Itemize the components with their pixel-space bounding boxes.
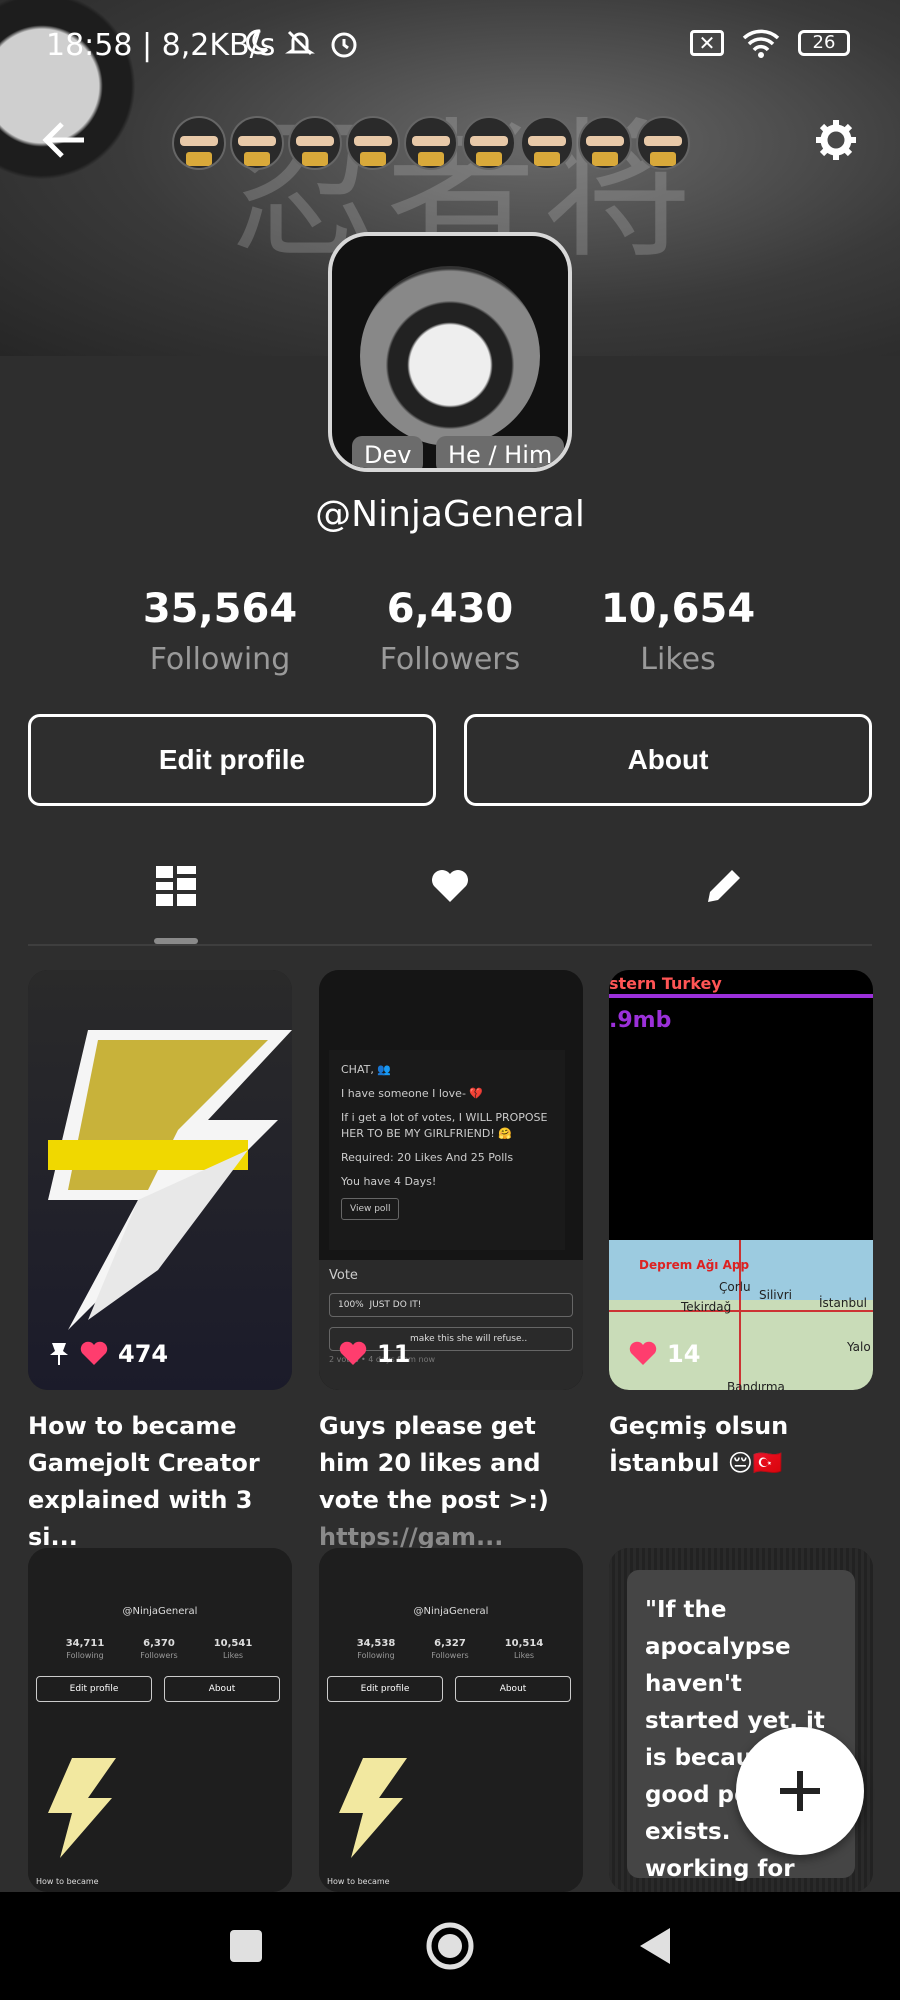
post-caption[interactable]: Geçmiş olsun İstanbul 😔🇹🇷: [609, 1408, 877, 1482]
chat-line: Required: 20 Likes And 25 Polls: [341, 1151, 514, 1164]
post-caption[interactable]: How to became Gamejolt Creator explained…: [28, 1408, 296, 1556]
alarm-icon: [331, 32, 357, 58]
stat-label: Likes: [640, 642, 716, 677]
post-likes: 474: [48, 1340, 168, 1368]
tab-liked[interactable]: [410, 846, 490, 926]
active-tab-indicator: [154, 938, 198, 944]
square-icon: [230, 1930, 262, 1962]
back-nav-button[interactable]: [622, 1914, 686, 1978]
chat-preview: CHAT, 👥 I have someone I love- 💔 If i ge…: [329, 1050, 565, 1250]
like-count: 14: [667, 1340, 701, 1368]
lightning-bolt-image: [48, 1758, 116, 1858]
post-card[interactable]: 474: [28, 970, 292, 1390]
view-poll-chip: View poll: [341, 1198, 400, 1220]
post-card[interactable]: @NinjaGeneral 34,711 Following 6,370 Follo…: [28, 1548, 292, 1892]
stat-label: Following: [149, 642, 291, 677]
status-bar: 18:58 | 8,2KB/s ✕ 26: [0, 0, 900, 96]
tab-drafts[interactable]: [684, 846, 764, 926]
poll-option: 100% JUST DO IT!: [329, 1293, 573, 1317]
stat-following[interactable]: 35,564 Following: [110, 586, 330, 677]
triangle-back-icon: [640, 1928, 670, 1964]
ninja-emoji-icon: [578, 116, 632, 170]
muted-bell-icon: [285, 30, 315, 56]
stat-followers[interactable]: 6,430 Followers: [340, 586, 560, 677]
ninja-emoji-icon: [230, 116, 284, 170]
stat-likes[interactable]: 10,654 Likes: [568, 586, 788, 677]
status-time: 18:58 | 8,2KB/s: [46, 28, 276, 63]
avatar[interactable]: Dev He / Him: [328, 232, 572, 472]
gear-icon: [816, 120, 856, 160]
pencil-icon: [708, 870, 740, 902]
post-likes: 11: [339, 1340, 410, 1368]
stat-value: 10,654: [600, 586, 756, 632]
post-likes: 14: [629, 1340, 700, 1368]
system-nav-bar: [0, 1892, 900, 2000]
shot-username: @NinjaGeneral: [122, 1606, 198, 1617]
pronoun-tag: He / Him: [436, 436, 565, 468]
no-sim-icon: ✕: [690, 30, 724, 56]
role-tag: Dev: [352, 436, 424, 468]
recents-button[interactable]: [214, 1914, 278, 1978]
pin-icon: [50, 1343, 68, 1365]
shot-username: @NinjaGeneral: [413, 1606, 489, 1617]
like-count: 474: [118, 1340, 169, 1368]
circle-icon: [426, 1922, 474, 1970]
quake-magnitude: .9mb: [609, 1008, 672, 1033]
quake-title: stern Turkey: [609, 974, 722, 993]
battery-icon: 26: [798, 30, 850, 56]
map-header: Deprem Ağı App: [639, 1258, 750, 1272]
arrow-left-icon: [42, 122, 84, 158]
ninja-emoji-icon: [346, 116, 400, 170]
username: @NinjaGeneral: [315, 494, 585, 535]
create-post-button[interactable]: [736, 1727, 864, 1855]
ninja-emoji-icon: [404, 116, 458, 170]
plus-icon: [780, 1771, 820, 1811]
chat-title: CHAT, 👥: [341, 1063, 392, 1076]
ninja-emoji-icon: [288, 116, 342, 170]
home-button[interactable]: [418, 1914, 482, 1978]
heart-icon: [432, 870, 468, 902]
moon-icon: [246, 29, 269, 55]
back-button[interactable]: [36, 112, 92, 168]
heart-icon: [629, 1341, 657, 1365]
stat-value: 35,564: [142, 586, 298, 632]
ninja-emoji-icon: [172, 116, 226, 170]
chat-line: If i get a lot of votes, I WILL PROPOSE …: [341, 1111, 548, 1140]
stat-value: 6,430: [386, 586, 514, 632]
settings-button[interactable]: [808, 112, 864, 168]
edit-profile-button[interactable]: Edit profile: [28, 714, 436, 806]
grid-icon: [156, 866, 196, 906]
post-link[interactable]: https://gam...: [319, 1523, 503, 1551]
profile-tabs: [28, 846, 872, 946]
tab-posts[interactable]: [136, 846, 216, 926]
chat-line: You have 4 Days!: [341, 1175, 437, 1188]
poll-vote-label: Vote: [329, 1268, 358, 1283]
post-card[interactable]: @NinjaGeneral 34,538 Following 6,327 Follo…: [319, 1548, 583, 1892]
heart-icon: [80, 1341, 108, 1365]
avatar-image: [360, 266, 540, 446]
post-card[interactable]: CHAT, 👥 I have someone I love- 💔 If i ge…: [319, 970, 583, 1390]
stat-label: Followers: [379, 642, 521, 677]
ninja-emoji-icon: [462, 116, 516, 170]
lightning-bolt-image: [48, 1030, 292, 1330]
post-card[interactable]: stern Turkey .9mb Deprem Ağı App Çorlu S…: [609, 970, 873, 1390]
heart-icon: [339, 1341, 367, 1365]
poll-preview: Vote 100% JUST DO IT! make this she will…: [319, 1260, 583, 1390]
about-button[interactable]: About: [464, 714, 872, 806]
like-count: 11: [377, 1340, 411, 1368]
lightning-bolt-image: [339, 1758, 407, 1858]
post-caption[interactable]: Guys please get him 20 likes and vote th…: [319, 1408, 587, 1556]
ninja-emoji-icon: [636, 116, 690, 170]
chat-line: I have someone I love- 💔: [341, 1087, 484, 1100]
wifi-icon: [742, 29, 780, 58]
header-ninja-row: [172, 116, 690, 170]
ninja-emoji-icon: [520, 116, 574, 170]
